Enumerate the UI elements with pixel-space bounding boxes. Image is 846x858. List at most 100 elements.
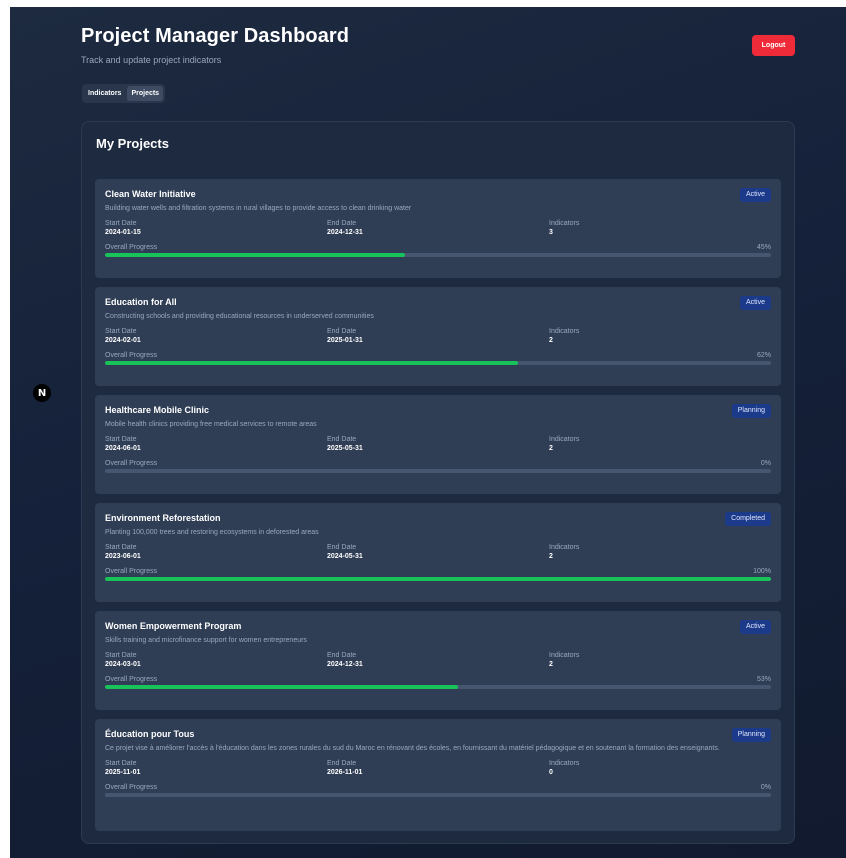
progress-label: Overall Progress: [105, 784, 158, 791]
tab-indicators[interactable]: Indicators: [84, 86, 125, 101]
project-card[interactable]: Clean Water Initiative Building water we…: [95, 179, 781, 278]
start-date-value: 2024-06-01: [105, 445, 141, 452]
end-date-label: End Date: [327, 544, 357, 551]
project-name: Clean Water Initiative: [105, 189, 196, 199]
indicators-label: Indicators: [549, 760, 580, 767]
project-card[interactable]: Women Empowerment Program Skills trainin…: [95, 611, 781, 710]
page-header: Project Manager Dashboard Track and upda…: [81, 25, 795, 65]
end-date-value: 2026-11-01: [327, 769, 363, 776]
progress-percent: 53%: [756, 676, 771, 683]
tab-projects[interactable]: Projects: [127, 86, 164, 101]
project-name: Healthcare Mobile Clinic: [105, 405, 210, 415]
end-date-label: End Date: [327, 436, 357, 443]
tab-bar: Indicators Projects: [82, 84, 166, 103]
progress-label: Overall Progress: [105, 460, 158, 467]
project-card[interactable]: Environment Reforestation Planting 100,0…: [95, 503, 781, 602]
progress-label: Overall Progress: [105, 568, 158, 575]
end-date-label: End Date: [327, 220, 357, 227]
project-name: Éducation pour Tous: [105, 729, 195, 739]
start-date-label: Start Date: [105, 760, 137, 767]
progress-row: Overall Progress 0%: [105, 460, 771, 467]
next-logo-icon[interactable]: N: [33, 384, 51, 402]
end-date-value: 2024-12-31: [327, 229, 363, 236]
end-date-label: End Date: [327, 328, 357, 335]
progress-bar: [105, 469, 771, 473]
project-description: Building water wells and filtration syst…: [105, 205, 412, 212]
indicators-count: 2: [549, 553, 553, 560]
progress-percent: 0%: [760, 460, 771, 467]
indicators-count: 2: [549, 445, 553, 452]
indicators-count: 2: [549, 337, 553, 344]
progress-label: Overall Progress: [105, 352, 158, 359]
progress-row: Overall Progress 62%: [105, 352, 771, 359]
status-badge: Active: [739, 188, 771, 202]
end-date-value: 2025-01-31: [327, 337, 363, 344]
project-description: Planting 100,000 trees and restoring eco…: [105, 529, 319, 536]
status-badge: Active: [739, 296, 771, 310]
progress-percent: 45%: [756, 244, 771, 251]
end-date-value: 2024-12-31: [327, 661, 363, 668]
start-date-value: 2024-02-01: [105, 337, 141, 344]
project-name: Environment Reforestation: [105, 513, 221, 523]
progress-bar-fill: [105, 685, 458, 689]
projects-panel: My Projects Clean Water Initiative Build…: [81, 121, 795, 844]
indicators-label: Indicators: [549, 328, 580, 335]
start-date-label: Start Date: [105, 544, 137, 551]
page-title: Project Manager Dashboard: [81, 25, 350, 47]
project-card[interactable]: Éducation pour Tous Ce projet vise à amé…: [95, 719, 781, 831]
indicators-label: Indicators: [549, 436, 580, 443]
progress-percent: 0%: [760, 784, 771, 791]
end-date-label: End Date: [327, 652, 357, 659]
project-name: Women Empowerment Program: [105, 621, 242, 631]
indicators-label: Indicators: [549, 652, 580, 659]
progress-row: Overall Progress 0%: [105, 784, 771, 791]
indicators-count: 3: [549, 229, 553, 236]
panel-title: My Projects: [96, 136, 169, 151]
project-meta: Start Date 2025-11-01 End Date 2026-11-0…: [105, 760, 771, 776]
progress-bar-fill: [105, 577, 771, 581]
project-description: Ce projet vise à améliorer l'accès à l'é…: [105, 745, 720, 752]
page-subtitle: Track and update project indicators: [81, 55, 222, 65]
progress-percent: 100%: [753, 568, 771, 575]
project-description: Constructing schools and providing educa…: [105, 313, 374, 320]
progress-bar: [105, 685, 771, 689]
logout-button[interactable]: Logout: [752, 35, 795, 56]
progress-bar: [105, 253, 771, 257]
progress-bar-fill: [105, 361, 518, 365]
indicators-label: Indicators: [549, 220, 580, 227]
progress-bar: [105, 793, 771, 797]
progress-label: Overall Progress: [105, 676, 158, 683]
project-meta: Start Date 2024-01-15 End Date 2024-12-3…: [105, 220, 771, 236]
start-date-value: 2024-03-01: [105, 661, 141, 668]
status-badge: Planning: [731, 404, 771, 418]
project-meta: Start Date 2023-06-01 End Date 2024-05-3…: [105, 544, 771, 560]
project-card[interactable]: Healthcare Mobile Clinic Mobile health c…: [95, 395, 781, 494]
project-card[interactable]: Education for All Constructing schools a…: [95, 287, 781, 386]
start-date-label: Start Date: [105, 328, 137, 335]
indicators-count: 0: [549, 769, 553, 776]
start-date-label: Start Date: [105, 220, 137, 227]
end-date-value: 2025-05-31: [327, 445, 363, 452]
project-name: Education for All: [105, 297, 177, 307]
progress-bar-fill: [105, 253, 405, 257]
progress-bar: [105, 577, 771, 581]
progress-bar: [105, 361, 771, 365]
progress-row: Overall Progress 100%: [105, 568, 771, 575]
progress-percent: 62%: [756, 352, 771, 359]
project-meta: Start Date 2024-02-01 End Date 2025-01-3…: [105, 328, 771, 344]
start-date-value: 2025-11-01: [105, 769, 141, 776]
indicators-label: Indicators: [549, 544, 580, 551]
project-description: Skills training and microfinance support…: [105, 637, 307, 644]
progress-row: Overall Progress 53%: [105, 676, 771, 683]
end-date-value: 2024-05-31: [327, 553, 363, 560]
start-date-label: Start Date: [105, 436, 137, 443]
project-meta: Start Date 2024-03-01 End Date 2024-12-3…: [105, 652, 771, 668]
progress-label: Overall Progress: [105, 244, 158, 251]
status-badge: Planning: [731, 728, 771, 742]
progress-row: Overall Progress 45%: [105, 244, 771, 251]
start-date-value: 2024-01-15: [105, 229, 141, 236]
app-window: N Project Manager Dashboard Track and up…: [10, 7, 846, 858]
start-date-value: 2023-06-01: [105, 553, 141, 560]
project-description: Mobile health clinics providing free med…: [105, 421, 317, 428]
status-badge: Completed: [725, 512, 771, 526]
